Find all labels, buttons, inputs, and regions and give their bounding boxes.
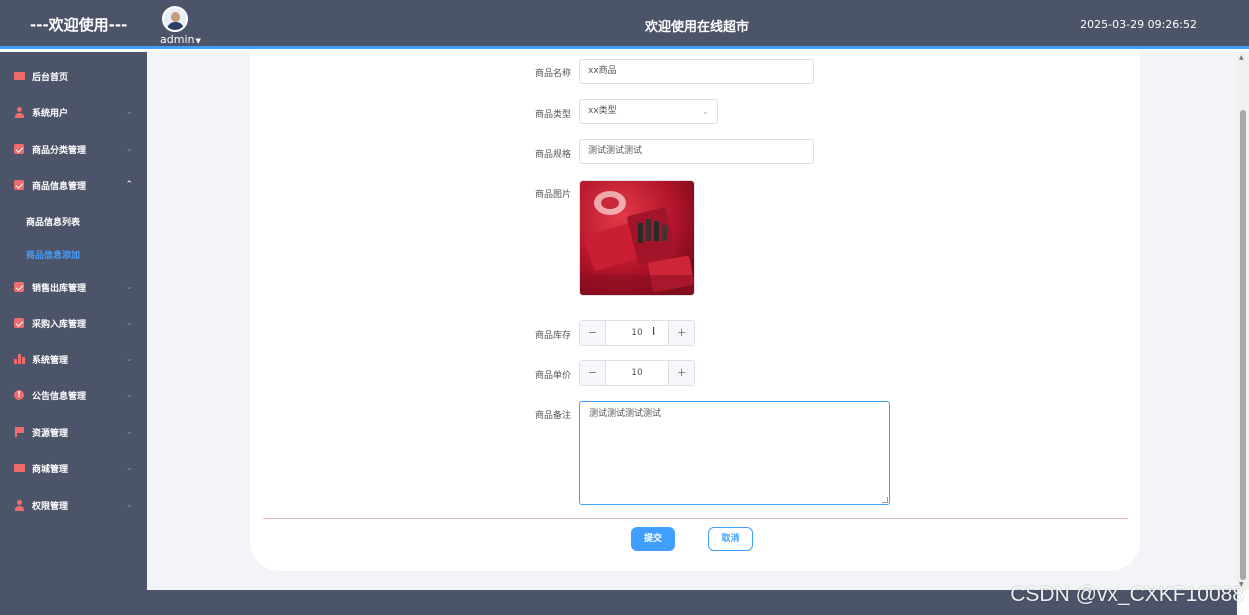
sidebar-item-mall[interactable]: 商城管理 ⌄ [0, 450, 147, 486]
chevron-down-icon: ⌄ [125, 318, 133, 328]
price-value[interactable]: 10 [606, 361, 668, 385]
chart-icon [14, 282, 24, 292]
user-icon [14, 499, 25, 511]
sidebar-item-label: 商品信息管理 [32, 181, 87, 192]
chevron-down-icon: ⌄ [125, 144, 133, 154]
caret-down-icon: ▼ [195, 37, 201, 45]
sidebar-item-resource[interactable]: 资源管理 ⌄ [0, 414, 147, 450]
sidebar-subitem-goods-add[interactable]: 商品信息添加 [26, 248, 80, 261]
sidebar-item-system-users[interactable]: 系统用户 ⌄ [0, 94, 147, 130]
sidebar-item-goods-info[interactable]: 商品信息管理 ⌃ [0, 167, 147, 203]
sidebar-item-category[interactable]: 商品分类管理 ⌄ [0, 131, 147, 167]
bar-chart-icon [14, 354, 25, 364]
flag-icon [15, 427, 24, 437]
chevron-down-icon: ⌄ [125, 463, 133, 473]
goods-remark-textarea[interactable]: 测试测试测试测试 [579, 401, 890, 505]
price-decrease-button[interactable]: − [580, 361, 606, 385]
sidebar-item-label: 采购入库管理 [32, 319, 87, 330]
chevron-down-icon: ⌄ [125, 390, 133, 400]
sidebar-item-label: 资源管理 [32, 428, 69, 439]
goods-price-label: 商品单价 [534, 371, 571, 381]
stock-decrease-button[interactable]: − [580, 321, 606, 345]
sidebar-item-label: 商城管理 [32, 464, 69, 475]
alert-icon: ! [14, 390, 24, 400]
goods-name-input[interactable]: xx商品 [579, 59, 814, 84]
goods-stock-label: 商品库存 [534, 331, 571, 341]
goods-type-select[interactable]: xx类型 ⌄ [579, 99, 718, 124]
sidebar-subitem-goods-list[interactable]: 商品信息列表 [26, 215, 80, 228]
user-icon [14, 106, 25, 118]
monitor-icon [14, 464, 25, 472]
stock-value[interactable]: 10 [606, 321, 668, 345]
sidebar-item-system[interactable]: 系统管理 ⌄ [0, 341, 147, 377]
price-increase-button[interactable]: + [668, 361, 694, 385]
goods-remark-label: 商品备注 [534, 411, 571, 421]
goods-spec-input[interactable]: 测试测试测试 [579, 139, 814, 164]
text-cursor-icon: I [652, 325, 656, 338]
stock-increase-button[interactable]: + [668, 321, 694, 345]
goods-type-label: 商品类型 [534, 110, 571, 120]
chevron-down-icon: ⌄ [125, 354, 133, 364]
sidebar-item-home[interactable]: 后台首页 [0, 58, 147, 94]
chevron-down-icon: ⌄ [125, 107, 133, 117]
chart-icon [14, 180, 24, 190]
form-divider [263, 518, 1128, 519]
sidebar-item-label: 后台首页 [32, 72, 69, 83]
goods-stock-stepper[interactable]: − 10 + [579, 320, 695, 346]
vertical-scrollbar[interactable]: ▲ ▼ [1237, 52, 1249, 590]
goods-name-label: 商品名称 [534, 69, 571, 79]
sidebar-item-label: 销售出库管理 [32, 283, 87, 294]
scroll-thumb[interactable] [1240, 110, 1246, 580]
sidebar-item-label: 权限管理 [32, 501, 69, 512]
sidebar-item-label: 商品分类管理 [32, 145, 87, 156]
sidebar-item-purchase-in[interactable]: 采购入库管理 ⌄ [0, 305, 147, 341]
chevron-up-icon: ⌃ [125, 180, 133, 190]
monitor-icon [14, 72, 25, 80]
cancel-button[interactable]: 取消 [708, 527, 753, 551]
chevron-down-icon: ⌄ [702, 107, 709, 116]
goods-price-stepper[interactable]: − 10 + [579, 360, 695, 386]
datetime-display: 2025-03-29 09:26:52 [1080, 18, 1197, 31]
chart-icon [14, 318, 24, 328]
product-photo [580, 181, 694, 295]
submit-button[interactable]: 提交 [631, 527, 675, 551]
resize-handle-icon[interactable] [882, 497, 888, 503]
scroll-up-icon[interactable]: ▲ [1239, 54, 1244, 61]
sidebar-item-permission[interactable]: 权限管理 ⌄ [0, 487, 147, 523]
goods-image-upload[interactable] [579, 180, 695, 296]
watermark: CSDN @vx_CXKF10088 [1010, 583, 1244, 606]
chevron-down-icon: ⌄ [125, 282, 133, 292]
top-header: ---欢迎使用--- admin▼ 欢迎使用在线超市 2025-03-29 09… [0, 0, 1249, 49]
goods-image-label: 商品图片 [534, 190, 571, 200]
chart-icon [14, 144, 24, 154]
goods-spec-label: 商品规格 [534, 150, 571, 160]
sidebar-item-label: 公告信息管理 [32, 391, 87, 402]
sidebar: 后台首页 系统用户 ⌄ 商品分类管理 ⌄ 商品信息管理 ⌃ 商品信息列表 商品信… [0, 52, 147, 615]
app-title: 欢迎使用在线超市 [644, 20, 749, 35]
remark-text: 测试测试测试测试 [589, 409, 662, 419]
goods-type-value: xx类型 [588, 106, 617, 116]
chevron-down-icon: ⌄ [125, 427, 133, 437]
sidebar-item-label: 系统用户 [32, 108, 69, 119]
sidebar-item-label: 系统管理 [32, 355, 69, 366]
sidebar-item-sales-out[interactable]: 销售出库管理 ⌄ [0, 269, 147, 305]
sidebar-item-notice[interactable]: ! 公告信息管理 ⌄ [0, 377, 147, 413]
chevron-down-icon: ⌄ [125, 500, 133, 510]
